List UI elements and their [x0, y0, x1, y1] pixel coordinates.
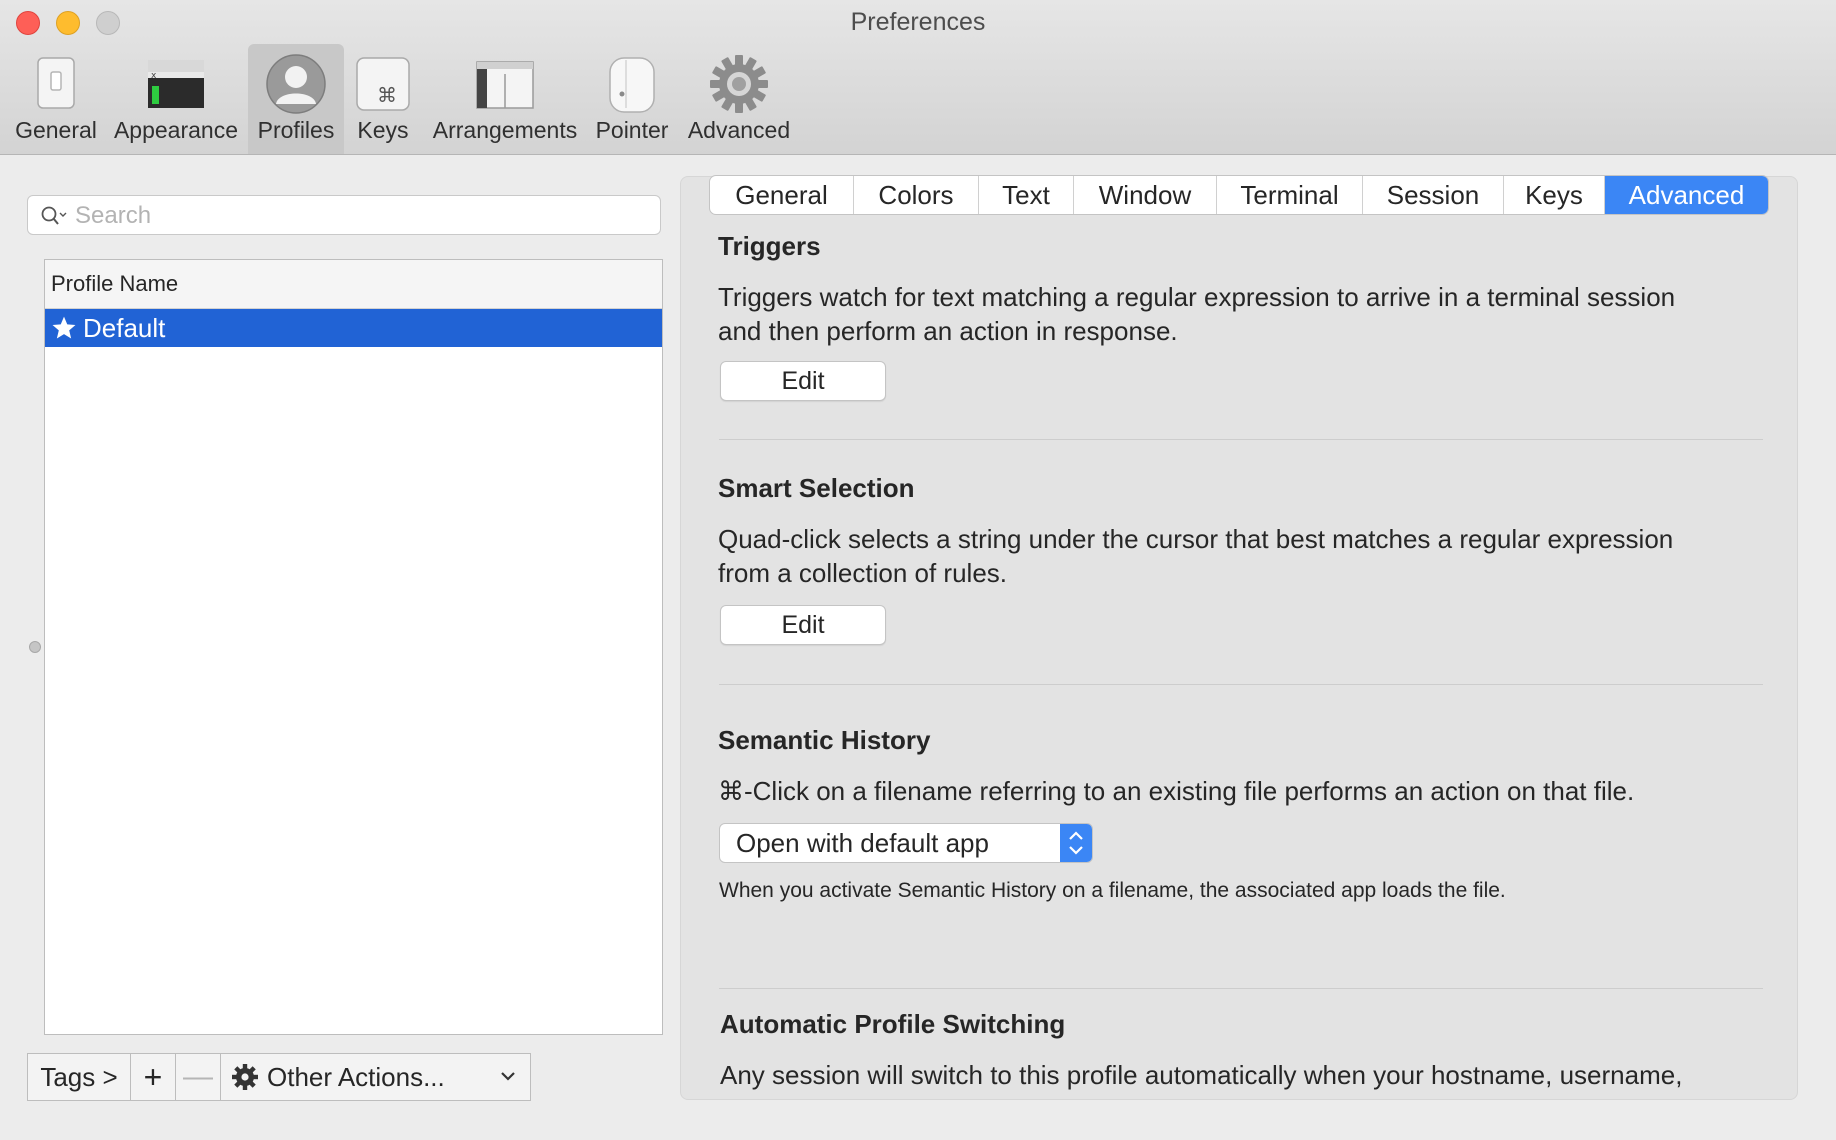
default-star-icon: [52, 316, 76, 339]
smart-selection-description-line: from a collection of rules.: [718, 558, 1008, 588]
profile-name: Default: [83, 313, 166, 343]
pointer-icon: [609, 57, 655, 113]
toolbar-appearance[interactable]: x Appearance: [110, 44, 242, 154]
auto-switching-title: Automatic Profile Switching: [720, 1009, 1066, 1039]
semantic-history-selected-value: Open with default app: [736, 828, 989, 858]
section-divider: [719, 988, 1763, 989]
semantic-history-note: When you activate Semantic History on a …: [719, 879, 1506, 902]
profile-name-column-header[interactable]: Profile Name: [45, 260, 662, 309]
profile-tabs: General Colors Text Window Terminal Sess…: [709, 175, 1769, 215]
appearance-icon: x: [148, 60, 204, 108]
tab-keys[interactable]: Keys: [1504, 176, 1605, 214]
toolbar-advanced-label: Advanced: [687, 117, 791, 143]
tab-terminal[interactable]: Terminal: [1217, 176, 1363, 214]
toolbar-general-label: General: [15, 117, 97, 143]
auto-switching-description: Any session will switch to this profile …: [720, 1060, 1683, 1090]
triggers-description-line: and then perform an action in response.: [718, 316, 1178, 346]
section-divider: [719, 684, 1763, 685]
section-divider: [719, 439, 1763, 440]
toolbar-pointer[interactable]: Pointer: [592, 44, 672, 154]
smart-selection-description: Quad-click selects a string under the cu…: [718, 522, 1768, 590]
tab-session[interactable]: Session: [1363, 176, 1504, 214]
triggers-description-line: Triggers watch for text matching a regul…: [718, 282, 1676, 312]
chevron-updown-icon: [1069, 831, 1083, 855]
general-icon: [37, 57, 75, 109]
toolbar-keys-label: Keys: [357, 117, 409, 143]
triggers-description: Triggers watch for text matching a regul…: [718, 280, 1768, 348]
title-bar: Preferences General x Appearance Profile…: [0, 0, 1836, 155]
toolbar-arrangements-label: Arrangements: [432, 117, 578, 143]
arrangements-icon: [476, 61, 534, 109]
semantic-history-title: Semantic History: [718, 725, 931, 755]
gear-icon: [710, 55, 768, 113]
svg-text:⌘: ⌘: [377, 83, 397, 107]
chevron-down-icon: [501, 1072, 515, 1081]
smart-selection-title: Smart Selection: [718, 473, 915, 503]
tab-text[interactable]: Text: [979, 176, 1074, 214]
split-view-handle[interactable]: [29, 641, 41, 653]
smart-selection-edit-button[interactable]: Edit: [720, 605, 886, 645]
tags-button[interactable]: Tags >: [27, 1053, 131, 1101]
other-actions-label: Other Actions...: [267, 1061, 445, 1092]
toolbar-keys[interactable]: ⌘ Keys: [352, 44, 414, 154]
tab-general[interactable]: General: [710, 176, 854, 214]
tab-colors[interactable]: Colors: [854, 176, 979, 214]
select-arrows[interactable]: [1060, 824, 1092, 862]
svg-text:x: x: [151, 71, 157, 81]
semantic-history-action-select[interactable]: Open with default app: [719, 823, 1093, 863]
keys-icon: ⌘: [356, 57, 410, 111]
tab-window[interactable]: Window: [1074, 176, 1217, 214]
profile-list-controls: Tags > + — Other Actions...: [27, 1053, 531, 1101]
other-actions-menu[interactable]: Other Actions...: [220, 1053, 531, 1101]
toolbar-arrangements[interactable]: Arrangements: [425, 44, 585, 154]
search-icon[interactable]: [40, 205, 68, 227]
toolbar-advanced[interactable]: Advanced: [682, 44, 796, 154]
profile-list: Profile Name Default: [44, 259, 663, 1035]
triggers-edit-button[interactable]: Edit: [720, 361, 886, 401]
smart-selection-description-line: Quad-click selects a string under the cu…: [718, 524, 1674, 554]
toolbar-appearance-label: Appearance: [113, 117, 239, 143]
search-input[interactable]: [73, 199, 647, 233]
tab-advanced[interactable]: Advanced: [1605, 176, 1768, 214]
add-profile-button[interactable]: +: [130, 1053, 176, 1101]
window-title: Preferences: [850, 8, 986, 36]
profile-row-default[interactable]: Default: [45, 309, 662, 347]
semantic-history-description: ⌘-Click on a filename referring to an ex…: [718, 776, 1635, 806]
toolbar-profiles[interactable]: Profiles: [248, 44, 344, 154]
profile-search-field[interactable]: [27, 195, 661, 235]
toolbar-pointer-label: Pointer: [595, 117, 669, 143]
remove-profile-button[interactable]: —: [175, 1053, 221, 1101]
toolbar-profiles-label: Profiles: [257, 117, 335, 143]
gear-icon: [232, 1064, 258, 1090]
toolbar-general[interactable]: General: [10, 44, 102, 154]
profiles-icon: [266, 54, 326, 114]
triggers-title: Triggers: [718, 231, 821, 261]
